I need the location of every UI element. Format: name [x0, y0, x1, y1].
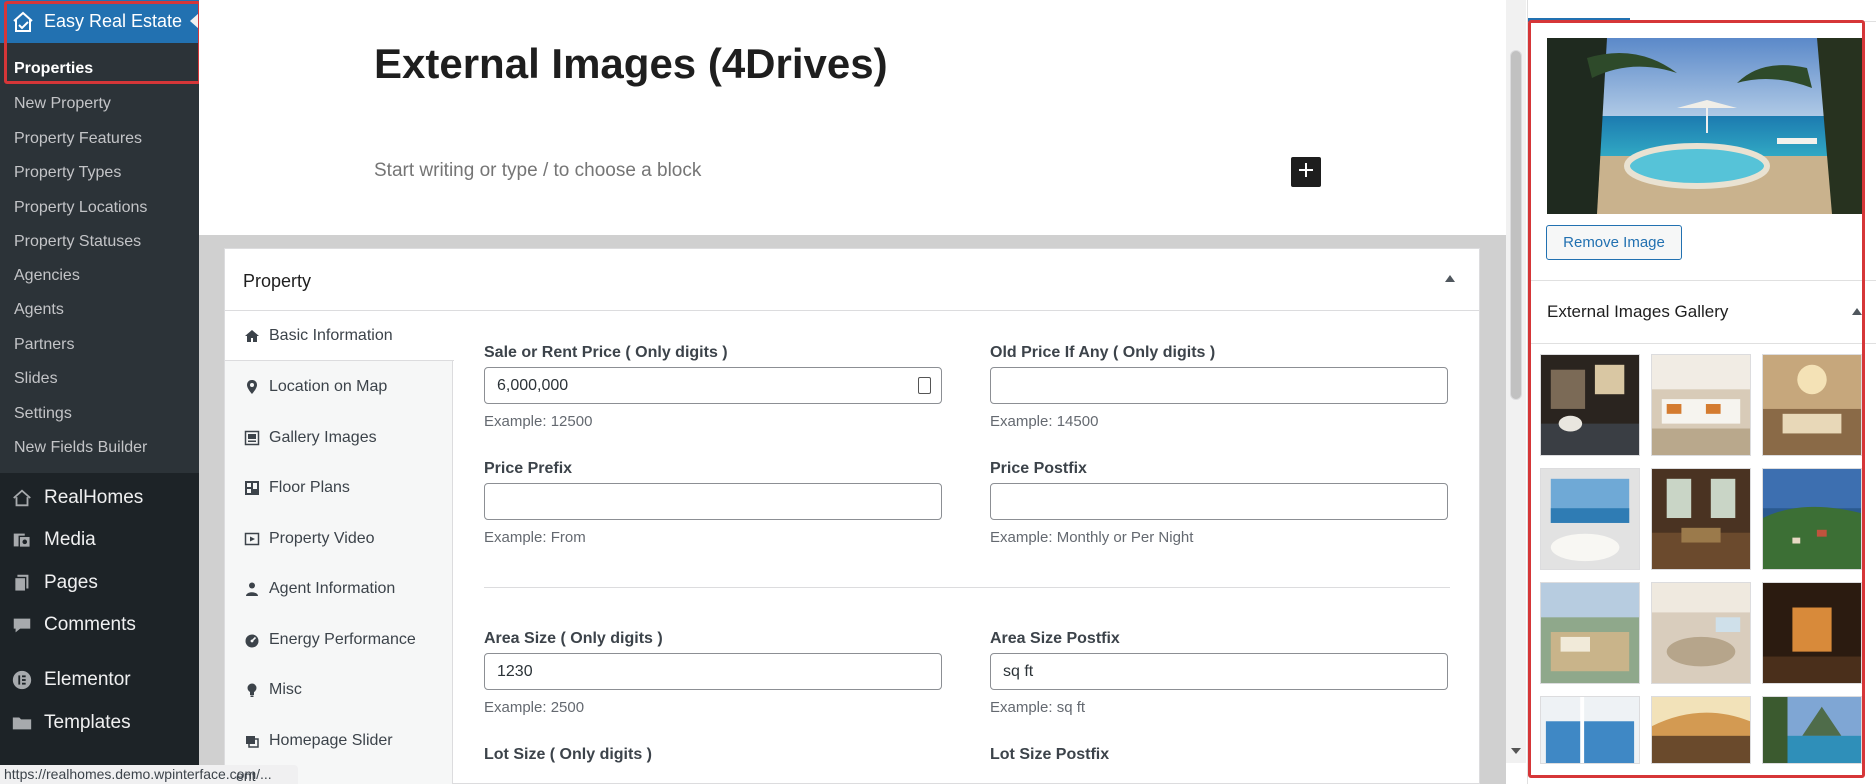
tab-location-on-map-label: Location on Map	[269, 378, 388, 395]
submenu-item-slides[interactable]: Slides	[14, 370, 58, 388]
tab-basic-information-label: Basic Information	[269, 326, 393, 344]
lot-postfix-label: Lot Size Postfix	[990, 746, 1110, 763]
post-title[interactable]: External Images (4Drives)	[374, 40, 888, 88]
menu-templates[interactable]: Templates	[0, 703, 199, 743]
scroll-down-arrow-icon[interactable]	[1511, 748, 1521, 754]
agent-icon	[243, 580, 261, 598]
menu-pages[interactable]: Pages	[0, 563, 199, 603]
submenu-item-settings[interactable]: Settings	[14, 405, 72, 423]
submenu-item-property-types[interactable]: Property Types	[14, 164, 121, 182]
submenu-item-new-property[interactable]: New Property	[14, 95, 111, 113]
tab-gallery-images-label: Gallery Images	[269, 429, 377, 446]
old-price-input[interactable]	[990, 367, 1448, 404]
video-icon	[243, 530, 261, 548]
tab-property-video-label: Property Video	[269, 530, 375, 547]
lightbulb-icon	[243, 681, 261, 699]
media-icon	[10, 528, 34, 552]
tab-agent-information[interactable]: Agent Information	[225, 564, 453, 614]
scrollbar-thumb[interactable]	[1510, 50, 1522, 400]
price-prefix-label: Price Prefix	[484, 460, 573, 477]
gauge-icon	[243, 631, 261, 649]
home-icon	[243, 327, 261, 345]
area-size-help: Example: 2500	[484, 699, 585, 716]
map-pin-icon	[243, 378, 261, 396]
menu-pages-label: Pages	[44, 572, 98, 593]
price-postfix-label: Price Postfix	[990, 460, 1087, 477]
price-postfix-input[interactable]	[990, 483, 1448, 520]
submenu-item-property-features[interactable]: Property Features	[14, 130, 142, 148]
tab-misc-label: Misc	[269, 681, 302, 698]
menu-comments[interactable]: Comments	[0, 605, 199, 645]
highlight-box-sidebar	[1528, 20, 1865, 778]
tab-agent-information-label: Agent Information	[269, 580, 396, 597]
editor-scrollbar[interactable]	[1506, 0, 1526, 763]
tab-energy-performance[interactable]: Energy Performance	[225, 615, 453, 665]
property-tabs: Basic Information Location on Map Galler…	[225, 311, 454, 784]
menu-realhomes-label: RealHomes	[44, 487, 144, 508]
old-price-help: Example: 14500	[990, 413, 1099, 430]
tab-floor-plans-label: Floor Plans	[269, 479, 350, 496]
status-bar-overlay-text: ent	[236, 768, 256, 784]
submenu: Properties New Property Property Feature…	[0, 43, 199, 473]
floor-plan-icon	[243, 479, 261, 497]
area-postfix-help: Example: sq ft	[990, 699, 1086, 716]
tab-homepage-slider[interactable]: Homepage Slider	[225, 716, 453, 766]
menu-elementor-label: Elementor	[44, 669, 131, 690]
sale-price-help: Example: 12500	[484, 413, 593, 430]
tab-misc[interactable]: Misc	[225, 665, 453, 715]
block-placeholder[interactable]: Start writing or type / to choose a bloc…	[374, 160, 701, 182]
slider-icon	[243, 732, 261, 750]
plus-icon	[1298, 162, 1314, 183]
house-icon	[10, 486, 34, 510]
price-prefix-input[interactable]	[484, 483, 942, 520]
gallery-icon	[243, 429, 261, 447]
area-postfix-input[interactable]: sq ft	[990, 653, 1448, 690]
autofill-icon[interactable]	[918, 377, 931, 394]
tab-floor-plans[interactable]: Floor Plans	[225, 463, 453, 513]
menu-media-label: Media	[44, 529, 96, 550]
tab-location-on-map[interactable]: Location on Map	[225, 362, 453, 412]
submenu-item-partners[interactable]: Partners	[14, 336, 74, 354]
pages-icon	[10, 571, 34, 595]
submenu-item-property-locations[interactable]: Property Locations	[14, 199, 147, 217]
add-block-button[interactable]	[1291, 157, 1321, 187]
property-metabox-header[interactable]: Property	[225, 249, 1479, 311]
menu-realhomes[interactable]: RealHomes	[0, 478, 199, 518]
tab-gallery-images[interactable]: Gallery Images	[225, 413, 453, 463]
editor-canvas: External Images (4Drives) Start writing …	[199, 0, 1526, 784]
area-size-input[interactable]: 1230	[484, 653, 942, 690]
highlight-box-menu	[4, 1, 201, 84]
menu-media[interactable]: Media	[0, 520, 199, 560]
property-metabox: Property Basic Information Location on M…	[224, 248, 1480, 784]
field-divider	[484, 587, 1450, 588]
submenu-item-agencies[interactable]: Agencies	[14, 267, 80, 285]
property-metabox-title: Property	[243, 271, 312, 291]
comments-icon	[10, 613, 34, 637]
area-size-label: Area Size ( Only digits )	[484, 630, 663, 647]
lot-size-label: Lot Size ( Only digits )	[484, 746, 652, 763]
menu-templates-label: Templates	[44, 712, 131, 733]
sale-price-label: Sale or Rent Price ( Only digits )	[484, 344, 728, 361]
admin-sidebar: Easy Real Estate Properties New Property…	[0, 0, 199, 784]
tab-basic-information[interactable]: Basic Information	[225, 311, 454, 361]
tab-homepage-slider-label: Homepage Slider	[269, 732, 393, 749]
tab-property-video[interactable]: Property Video	[225, 514, 453, 564]
sale-price-value: 6,000,000	[497, 377, 569, 394]
folder-icon	[10, 711, 34, 735]
submenu-item-agents[interactable]: Agents	[14, 301, 64, 319]
price-postfix-help: Example: Monthly or Per Night	[990, 529, 1194, 546]
area-postfix-label: Area Size Postfix	[990, 630, 1120, 647]
submenu-item-new-fields-builder[interactable]: New Fields Builder	[14, 439, 147, 457]
menu-elementor[interactable]: Elementor	[0, 660, 199, 700]
old-price-label: Old Price If Any ( Only digits )	[990, 344, 1216, 361]
tab-energy-performance-label: Energy Performance	[269, 631, 416, 648]
sale-price-input[interactable]: 6,000,000	[484, 367, 942, 404]
price-prefix-help: Example: From	[484, 529, 586, 546]
menu-comments-label: Comments	[44, 614, 136, 635]
submenu-item-property-statuses[interactable]: Property Statuses	[14, 233, 141, 251]
collapse-arrow-icon[interactable]	[1445, 275, 1455, 282]
elementor-icon	[10, 668, 34, 692]
